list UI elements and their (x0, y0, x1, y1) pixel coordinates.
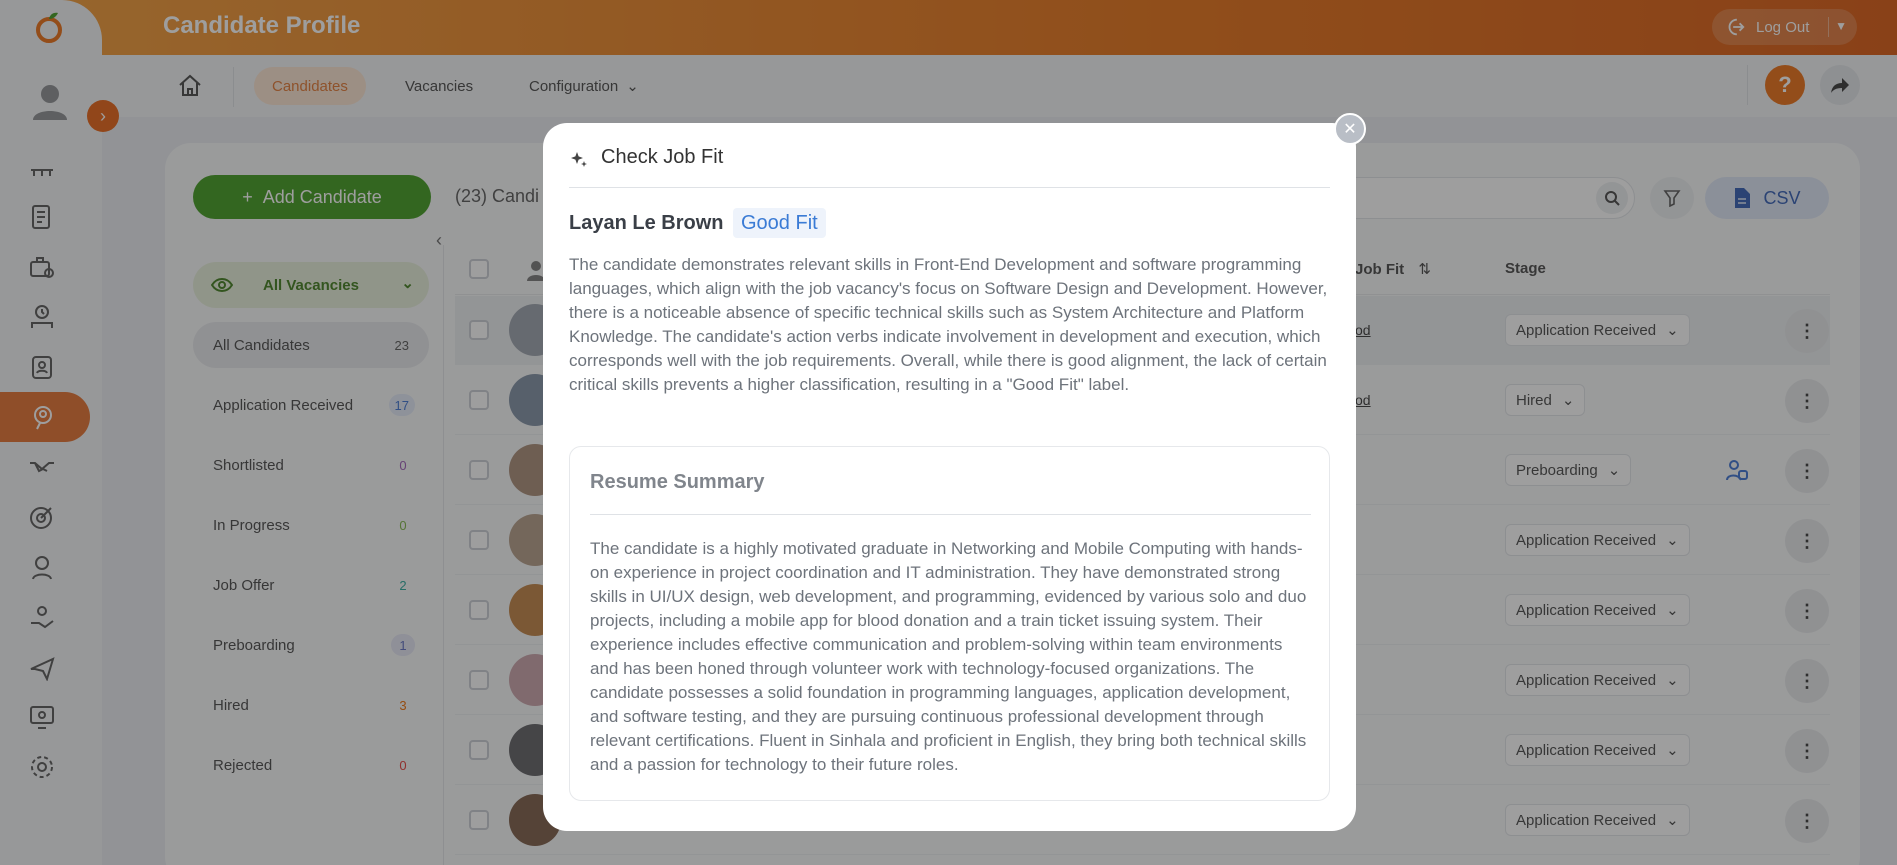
fit-description: The candidate demonstrates relevant skil… (569, 255, 1328, 394)
close-icon: ✕ (1343, 121, 1357, 138)
resume-summary-text: The candidate is a highly motivated grad… (590, 539, 1307, 774)
fit-badge: Good Fit (733, 208, 826, 238)
job-fit-modal: ✕ Check Job Fit Layan Le Brown Good Fit … (543, 113, 1366, 831)
divider (590, 514, 1311, 515)
resume-summary-title: Resume Summary (590, 471, 765, 493)
resume-summary-card: Resume Summary The candidate is a highly… (569, 446, 1330, 801)
modal-title: Check Job Fit (601, 146, 724, 168)
close-button[interactable]: ✕ (1334, 113, 1366, 145)
sparkle-icon (571, 152, 587, 167)
divider (569, 187, 1330, 188)
candidate-name: Layan Le Brown (569, 212, 724, 234)
